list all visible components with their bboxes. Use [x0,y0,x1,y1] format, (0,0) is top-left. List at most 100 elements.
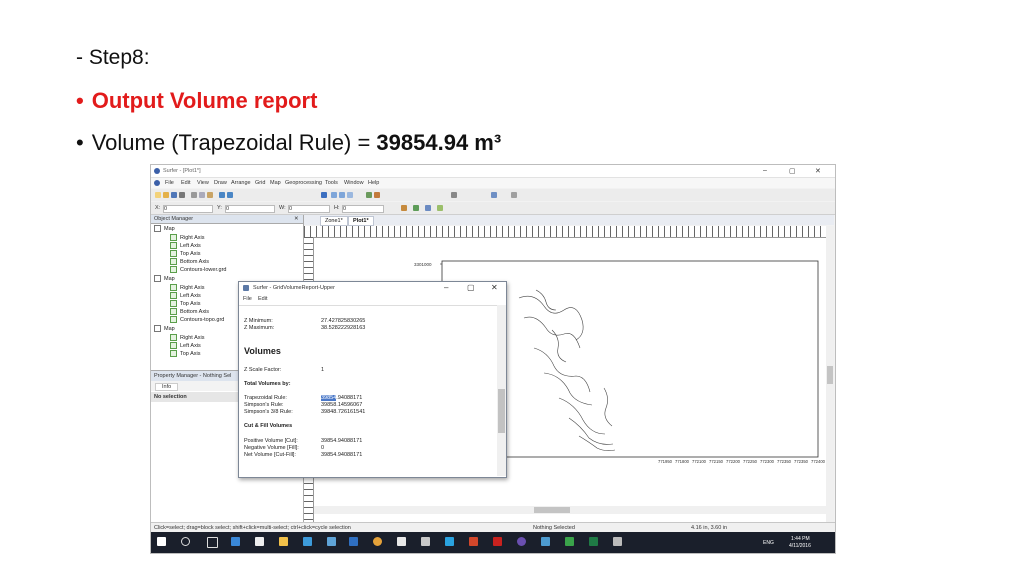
app2-icon[interactable] [541,537,550,546]
tab-zone1[interactable]: Zone1* [320,216,348,226]
tab-plot1[interactable]: Plot1* [348,216,374,226]
task-view-icon[interactable] [207,537,218,548]
menu-tools[interactable]: Tools [325,180,338,186]
panel-close-icon[interactable]: ✕ [294,216,299,222]
ie-icon[interactable] [303,537,312,546]
app-icon[interactable] [327,537,336,546]
clock-date[interactable]: 4/11/2016 [789,543,811,549]
undo-icon[interactable] [219,192,225,198]
app3-icon[interactable] [565,537,574,546]
new-file-icon[interactable] [155,192,161,198]
visibility-checkbox[interactable] [170,258,177,265]
maximize-button[interactable]: ▢ [789,167,796,175]
menu-arrange[interactable]: Arrange [231,180,251,186]
language-indicator[interactable]: ENG [763,540,774,546]
x-field[interactable]: 0 [163,205,213,213]
visibility-checkbox[interactable] [170,300,177,307]
visibility-checkbox[interactable] [170,334,177,341]
outlook-icon[interactable] [349,537,358,546]
visibility-checkbox[interactable] [170,234,177,241]
skype-icon[interactable] [445,537,454,546]
tree-item-map[interactable]: Map [154,275,175,284]
dialog-scrollbar[interactable] [497,305,506,476]
visibility-checkbox[interactable] [170,292,177,299]
print-icon[interactable] [179,192,185,198]
visibility-checkbox[interactable] [170,266,177,273]
trapezoidal-value[interactable]: 39854.94088171 [321,395,362,401]
chrome-icon[interactable] [373,537,382,546]
tree-item-map[interactable]: Map [154,325,175,334]
menu-geoprocessing[interactable]: Geoprocessing [285,180,322,186]
windows-start-icon[interactable] [157,537,166,546]
map-icon[interactable] [425,205,431,211]
polygon-tool-icon[interactable] [491,192,497,198]
tree-item-map[interactable]: Map [154,225,175,234]
plot-vertical-scrollbar[interactable] [826,226,834,523]
scroll-thumb[interactable] [827,366,833,384]
dialog-close-button[interactable]: ✕ [491,283,498,292]
visibility-checkbox[interactable] [170,250,177,257]
positive-volume-label: Positive Volume [Cut]: [244,438,298,444]
snipping-icon[interactable] [421,537,430,546]
menu-edit[interactable]: Edit [181,180,190,186]
paste-icon[interactable] [207,192,213,198]
edge-browser-icon[interactable] [231,537,240,546]
visibility-checkbox[interactable] [170,308,177,315]
calculator-icon[interactable] [613,537,622,546]
menu-file[interactable]: File [165,180,174,186]
search-icon[interactable] [181,537,190,546]
zoom-in-icon[interactable] [331,192,337,198]
excel-icon[interactable] [589,537,598,546]
y-field[interactable]: 0 [225,205,275,213]
close-button[interactable]: ✕ [815,167,821,175]
tab-info[interactable]: Info [155,383,179,391]
scroll-thumb[interactable] [534,507,570,513]
text-tool-icon[interactable] [451,192,457,198]
visibility-checkbox[interactable] [170,342,177,349]
menu-help[interactable]: Help [368,180,379,186]
explorer-icon[interactable] [279,537,288,546]
dialog-menu-edit[interactable]: Edit [258,296,267,302]
menu-map[interactable]: Map [270,180,281,186]
cut-icon[interactable] [191,192,197,198]
layer-icon[interactable] [413,205,419,211]
minimize-button[interactable]: – [763,167,767,174]
powerpoint-icon[interactable] [469,537,478,546]
save-icon[interactable] [171,192,177,198]
tree-item-contours-lower[interactable]: Contours-lower.grd [170,266,226,275]
plot-horizontal-scrollbar[interactable] [314,506,826,514]
open-file-icon[interactable] [163,192,169,198]
menu-window[interactable]: Window [344,180,364,186]
visibility-checkbox[interactable] [170,316,177,323]
dialog-minimize-button[interactable]: – [444,283,448,292]
dialog-maximize-button[interactable]: ▢ [467,283,475,292]
w-field[interactable]: 0 [288,205,330,213]
tree-item-contours-topo[interactable]: Contours-topo.grd [170,316,224,325]
grid-icon[interactable] [366,192,372,198]
contour-icon[interactable] [374,192,380,198]
zoom-out-icon[interactable] [339,192,345,198]
store-icon[interactable] [255,537,264,546]
3d-icon[interactable] [437,205,443,211]
copy-icon[interactable] [199,192,205,198]
clock-time[interactable]: 1:44 PM [791,536,810,542]
tree-item-top-axis[interactable]: Top Axis [170,350,200,359]
menu-grid[interactable]: Grid [255,180,265,186]
select-icon[interactable] [321,192,327,198]
redo-icon[interactable] [227,192,233,198]
line-tool-icon[interactable] [511,192,517,198]
dialog-menu-file[interactable]: File [243,296,252,302]
x-axis-tick-label: 772300 [760,459,775,464]
surfer-taskbar-icon[interactable] [517,537,526,546]
menu-draw[interactable]: Draw [214,180,227,186]
visibility-checkbox[interactable] [170,284,177,291]
zoom-fit-icon[interactable] [347,192,353,198]
visibility-checkbox[interactable] [170,350,177,357]
menu-view[interactable]: View [197,180,209,186]
align-icon[interactable] [401,205,407,211]
visibility-checkbox[interactable] [170,242,177,249]
acrobat-icon[interactable] [493,537,502,546]
scroll-thumb[interactable] [498,389,505,433]
paint-icon[interactable] [397,537,406,546]
h-field[interactable]: 0 [342,205,384,213]
